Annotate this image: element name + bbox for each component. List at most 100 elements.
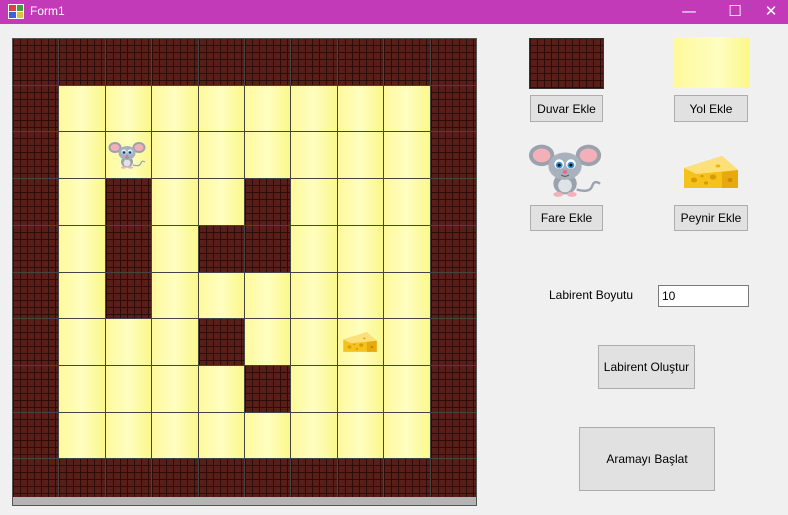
maze-path-cell[interactable] [291, 412, 337, 459]
add-cheese-button[interactable]: Peynir Ekle [674, 205, 748, 231]
maze-wall-cell[interactable] [430, 412, 476, 459]
maze-path-cell[interactable] [198, 412, 244, 459]
maze-wall-cell[interactable] [245, 225, 291, 272]
maze-wall-cell[interactable] [13, 132, 59, 179]
maze-wall-cell[interactable] [105, 39, 152, 85]
maze-path-cell[interactable] [337, 412, 384, 459]
maze-path-cell[interactable] [245, 85, 291, 132]
maze-wall-cell[interactable] [430, 39, 476, 85]
maze-wall-cell[interactable] [198, 225, 244, 272]
maze-path-cell[interactable] [152, 132, 198, 179]
maze-wall-cell[interactable] [152, 39, 198, 85]
maze-path-cell[interactable] [384, 272, 430, 319]
maze-path-cell[interactable] [337, 132, 384, 179]
maze-path-cell[interactable] [198, 85, 244, 132]
maze-wall-cell[interactable] [245, 365, 291, 412]
maze-path-cell[interactable] [384, 365, 430, 412]
maze-wall-cell[interactable] [430, 85, 476, 132]
maze-path-cell[interactable] [105, 319, 152, 365]
add-wall-button[interactable]: Duvar Ekle [530, 95, 603, 122]
maze-wall-cell[interactable] [430, 225, 476, 272]
maze-path-cell[interactable] [198, 179, 244, 225]
mouse-icon[interactable] [528, 142, 606, 198]
maze-path-cell[interactable] [291, 85, 337, 132]
maze-wall-cell[interactable] [430, 132, 476, 179]
maze-wall-cell[interactable] [337, 39, 384, 85]
close-button[interactable]: ✕ [754, 0, 788, 24]
add-path-button[interactable]: Yol Ekle [674, 95, 748, 122]
maze-size-input[interactable] [658, 285, 749, 307]
maze-wall-cell[interactable] [13, 85, 59, 132]
maze-path-cell[interactable] [198, 365, 244, 412]
maze-path-cell[interactable] [384, 132, 430, 179]
maze-path-cell[interactable] [245, 412, 291, 459]
maze-wall-cell[interactable] [198, 319, 244, 365]
maze-path-cell[interactable] [291, 132, 337, 179]
maze-path-cell[interactable] [384, 319, 430, 365]
maze-path-cell[interactable] [105, 132, 152, 179]
maze-path-cell[interactable] [105, 365, 152, 412]
maze-path-cell[interactable] [245, 272, 291, 319]
maze-path-cell[interactable] [291, 179, 337, 225]
maze-wall-cell[interactable] [13, 179, 59, 225]
maze-path-cell[interactable] [384, 412, 430, 459]
maze-wall-cell[interactable] [105, 272, 152, 319]
maze-path-cell[interactable] [59, 365, 105, 412]
maze-path-cell[interactable] [291, 365, 337, 412]
maze-path-cell[interactable] [59, 132, 105, 179]
maze-path-cell[interactable] [337, 272, 384, 319]
maze-path-cell[interactable] [384, 179, 430, 225]
maximize-button[interactable]: ☐ [712, 0, 758, 24]
maze-path-cell[interactable] [337, 319, 384, 365]
maze-path-cell[interactable] [198, 132, 244, 179]
maze-path-cell[interactable] [291, 225, 337, 272]
maze-wall-cell[interactable] [430, 272, 476, 319]
maze-wall-cell[interactable] [105, 225, 152, 272]
maze-path-cell[interactable] [59, 319, 105, 365]
maze-path-cell[interactable] [337, 179, 384, 225]
maze-path-cell[interactable] [337, 365, 384, 412]
maze-grid[interactable] [12, 38, 477, 506]
maze-path-cell[interactable] [337, 225, 384, 272]
add-mouse-button[interactable]: Fare Ekle [530, 205, 603, 231]
maze-path-cell[interactable] [291, 272, 337, 319]
start-search-button[interactable]: Aramayı Başlat [579, 427, 715, 491]
maze-path-cell[interactable] [152, 225, 198, 272]
maze-path-cell[interactable] [245, 132, 291, 179]
path-tile-icon[interactable] [674, 37, 749, 88]
maze-wall-cell[interactable] [13, 39, 59, 85]
maze-wall-cell[interactable] [59, 39, 105, 85]
maze-path-cell[interactable] [291, 319, 337, 365]
maze-wall-cell[interactable] [291, 39, 337, 85]
maze-wall-cell[interactable] [430, 319, 476, 365]
maze-path-cell[interactable] [59, 179, 105, 225]
maze-wall-cell[interactable] [13, 365, 59, 412]
maze-path-cell[interactable] [59, 412, 105, 459]
maze-path-cell[interactable] [152, 272, 198, 319]
maze-wall-cell[interactable] [13, 412, 59, 459]
maze-path-cell[interactable] [384, 225, 430, 272]
maze-path-cell[interactable] [337, 85, 384, 132]
maze-path-cell[interactable] [59, 272, 105, 319]
maze-path-cell[interactable] [59, 225, 105, 272]
maze-path-cell[interactable] [245, 319, 291, 365]
minimize-button[interactable]: — [666, 0, 712, 24]
brick-wall-icon[interactable] [529, 38, 604, 89]
maze-path-cell[interactable] [152, 365, 198, 412]
maze-path-cell[interactable] [152, 319, 198, 365]
maze-wall-cell[interactable] [245, 39, 291, 85]
maze-path-cell[interactable] [105, 412, 152, 459]
maze-path-cell[interactable] [152, 85, 198, 132]
maze-wall-cell[interactable] [13, 319, 59, 365]
maze-path-cell[interactable] [59, 85, 105, 132]
maze-wall-cell[interactable] [13, 225, 59, 272]
maze-path-cell[interactable] [384, 85, 430, 132]
maze-wall-cell[interactable] [13, 272, 59, 319]
cheese-icon[interactable] [682, 152, 740, 192]
maze-path-cell[interactable] [152, 179, 198, 225]
maze-wall-cell[interactable] [430, 179, 476, 225]
maze-wall-cell[interactable] [245, 179, 291, 225]
create-maze-button[interactable]: Labirent Oluştur [598, 345, 695, 389]
maze-wall-cell[interactable] [430, 365, 476, 412]
maze-path-cell[interactable] [198, 272, 244, 319]
